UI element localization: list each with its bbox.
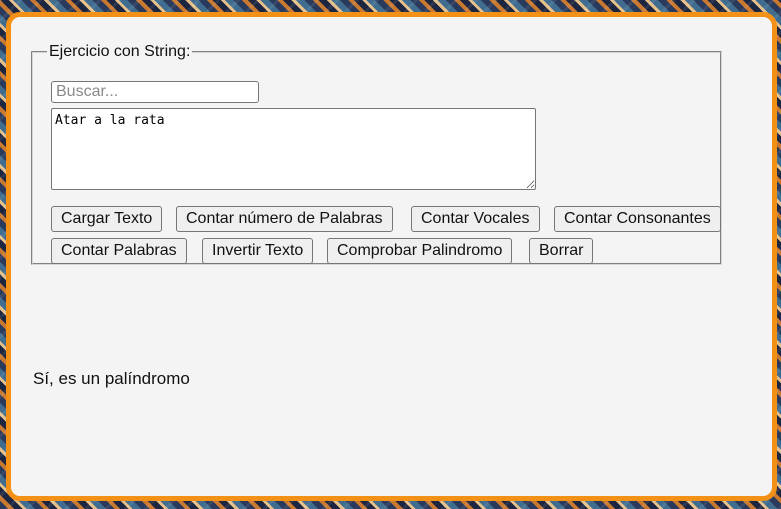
count-consonants-button[interactable]: Contar Consonantes xyxy=(554,206,721,232)
count-words-button[interactable]: Contar Palabras xyxy=(51,238,187,264)
reverse-text-button[interactable]: Invertir Texto xyxy=(202,238,314,264)
fieldset-legend: Ejercicio con String: xyxy=(49,43,191,60)
check-palindrome-button[interactable]: Comprobar Palindromo xyxy=(327,238,513,264)
main-panel: Ejercicio con String: Atar a la rata Car… xyxy=(6,12,777,501)
load-text-button[interactable]: Cargar Texto xyxy=(51,206,163,232)
text-input-area[interactable]: Atar a la rata xyxy=(51,108,536,190)
count-vowels-button[interactable]: Contar Vocales xyxy=(411,206,540,232)
count-word-number-button[interactable]: Contar número de Palabras xyxy=(176,206,393,232)
result-message: Sí, es un palíndromo xyxy=(33,369,190,388)
clear-button[interactable]: Borrar xyxy=(529,238,594,264)
search-input[interactable] xyxy=(51,81,259,103)
